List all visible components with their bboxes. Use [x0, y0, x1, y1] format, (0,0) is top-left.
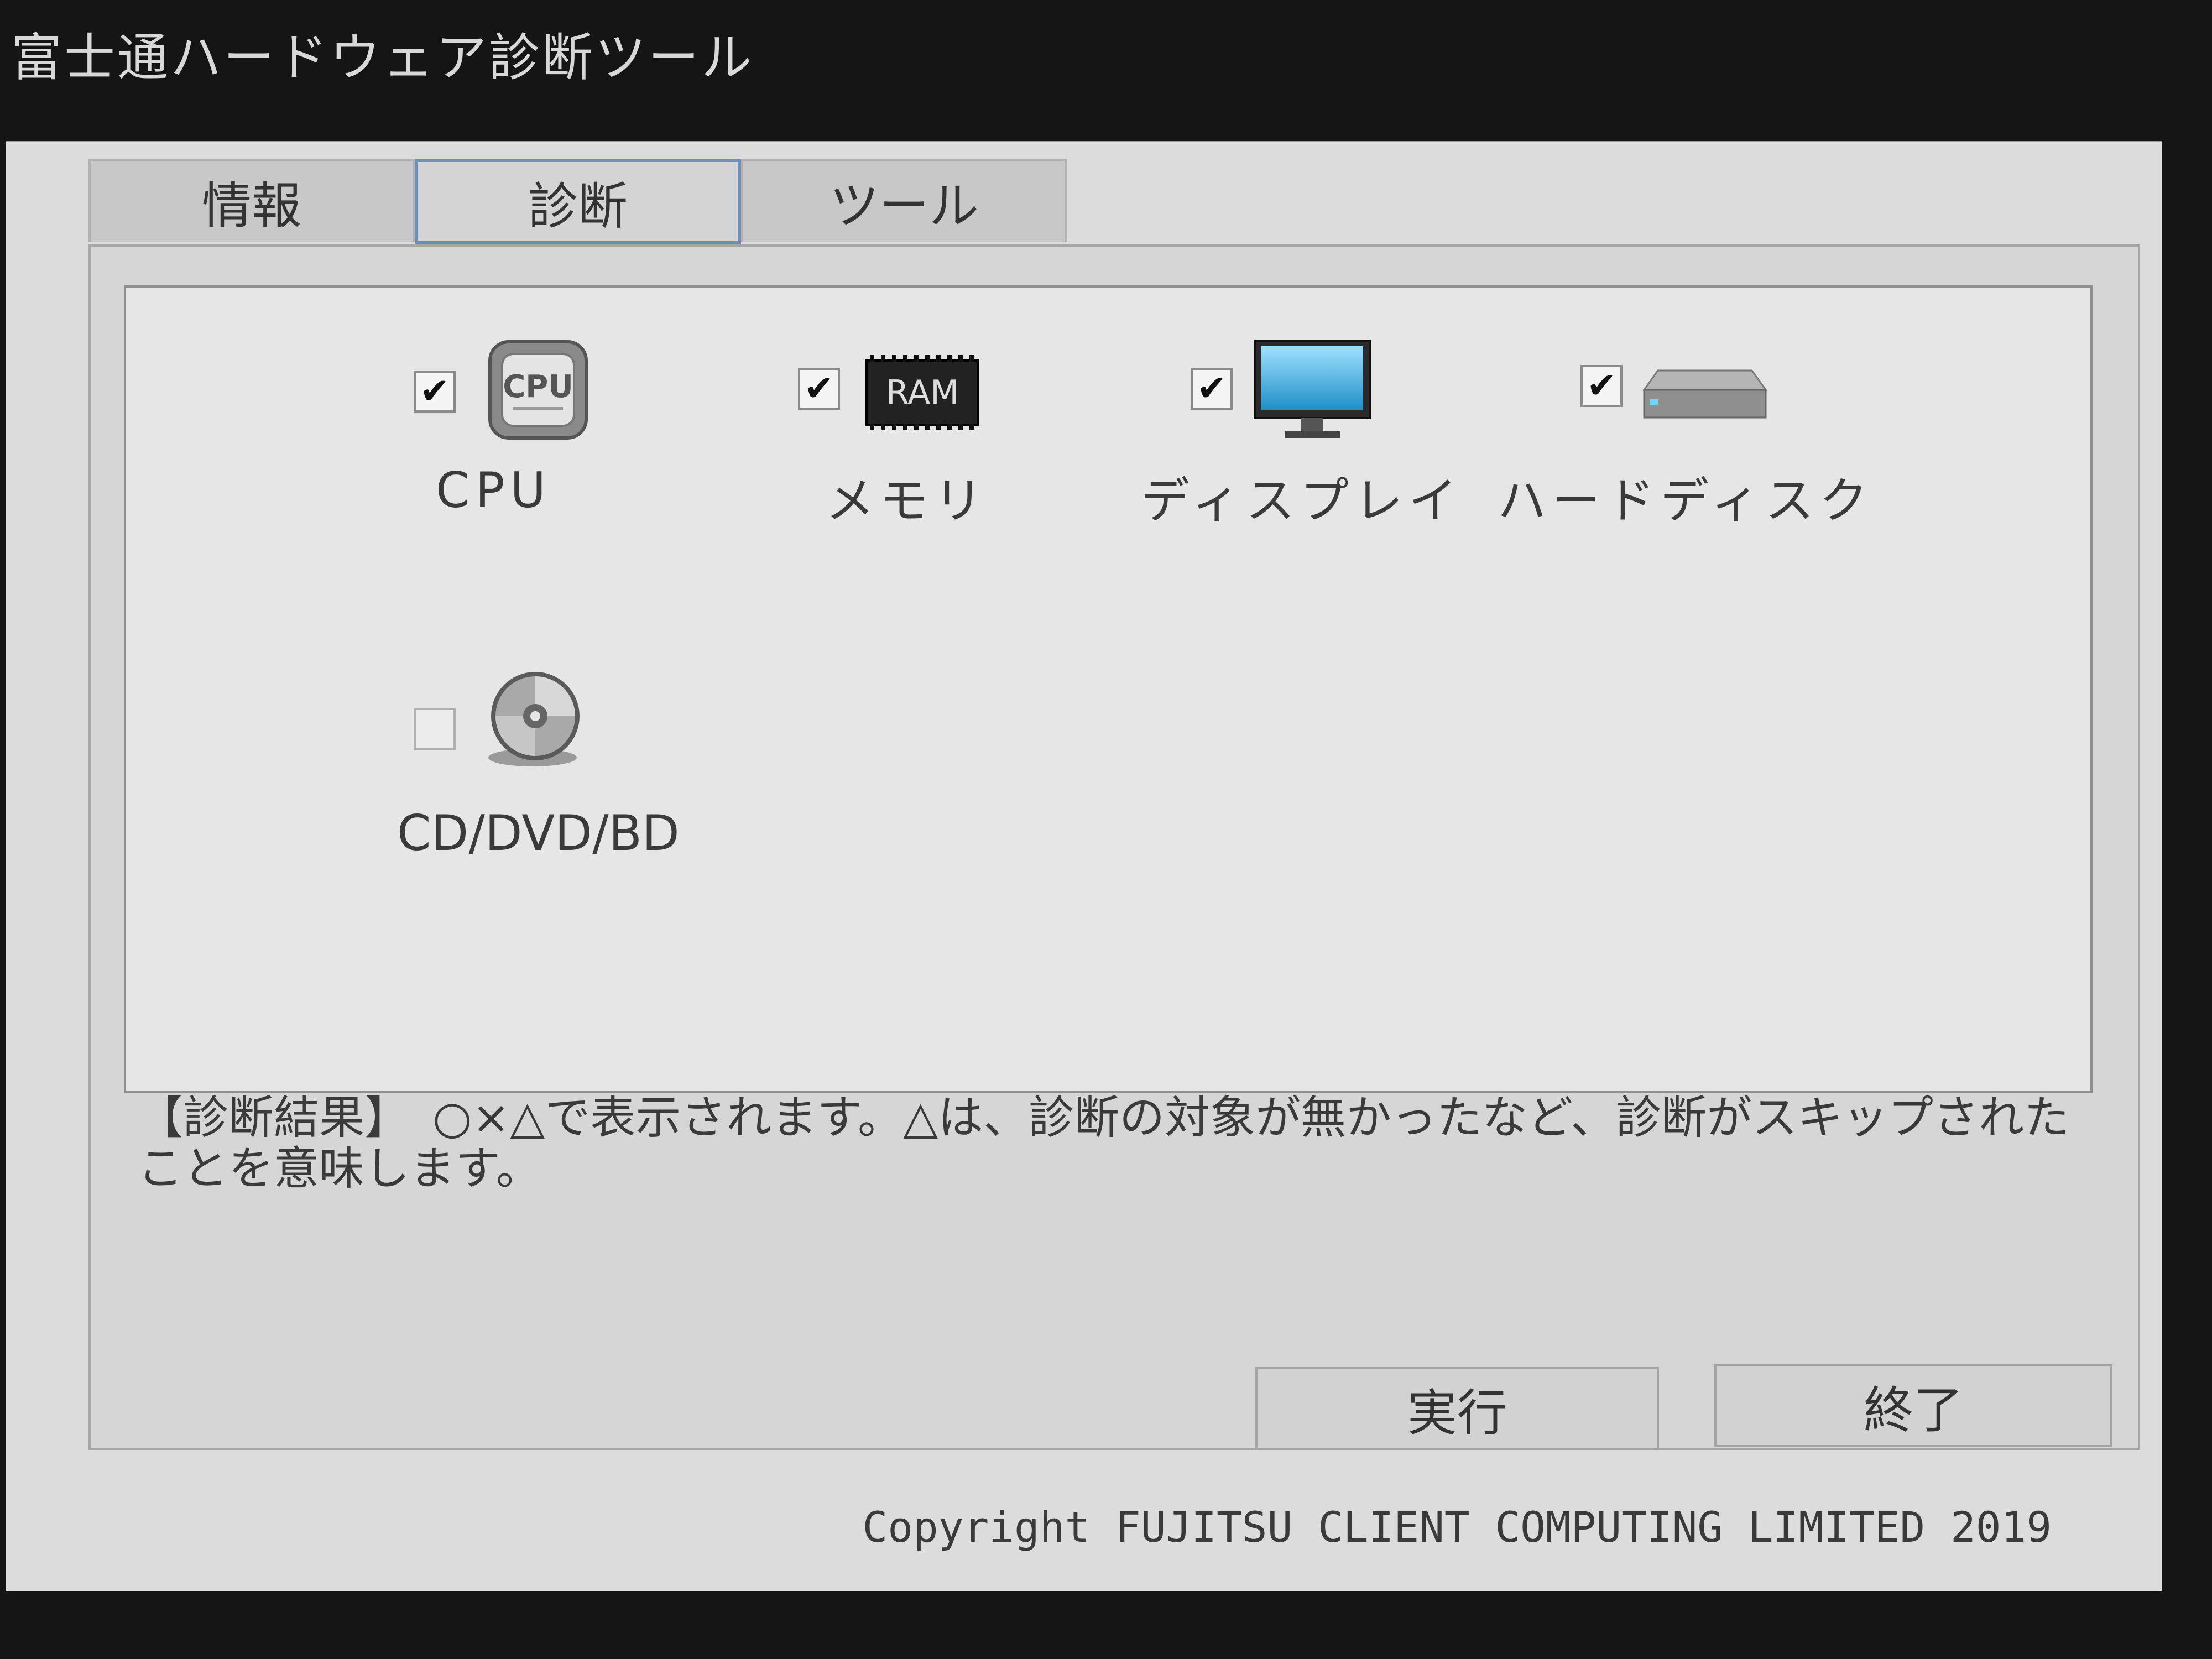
run-button[interactable]: 実行: [1255, 1367, 1659, 1450]
tab-tools[interactable]: ツール: [741, 159, 1067, 242]
device-optical-drive: CD/DVD/BD: [397, 672, 801, 896]
screen: 富士通ハードウェア診断ツール 情報 診断 ツール ✔ CPU CPU ✔ RAM…: [0, 0, 2212, 1659]
hard-disk-icon: [1641, 365, 1768, 428]
tab-diagnosis[interactable]: 診断: [415, 159, 741, 244]
exit-button[interactable]: 終了: [1714, 1364, 2112, 1447]
memory-checkbox[interactable]: ✔: [798, 368, 840, 410]
tab-info[interactable]: 情報: [88, 159, 415, 242]
copyright-text: Copyright FUJITSU CLIENT COMPUTING LIMIT…: [862, 1503, 2052, 1552]
monitor-icon: [1251, 337, 1373, 450]
cpu-checkbox[interactable]: ✔: [414, 371, 456, 413]
optical-drive-checkbox[interactable]: [414, 708, 456, 750]
hard-disk-checkbox[interactable]: ✔: [1580, 365, 1623, 407]
main-window: 情報 診断 ツール ✔ CPU CPU ✔ RAM メモリ ✔ ディスプレイ ✔…: [6, 141, 2162, 1591]
cpu-label: CPU: [436, 462, 551, 519]
app-title: 富士通ハードウェア診断ツール: [11, 28, 755, 87]
device-selection-panel: ✔ CPU CPU ✔ RAM メモリ ✔ ディスプレイ ✔ ハードディスク C…: [124, 285, 2093, 1093]
display-label: ディスプレイ: [1141, 472, 1463, 529]
optical-disc-icon: [477, 664, 588, 776]
tab-bar: 情報 診断 ツール: [88, 159, 1067, 247]
diagnosis-result-description: 【診断結果】 ○×△で表示されます。△は、診断の対象が無かったなど、診断がスキッ…: [138, 1092, 2070, 1195]
cpu-icon: CPU: [486, 337, 591, 445]
cpu-icon-text: CPU: [503, 369, 573, 405]
device-memory: ✔ RAM メモリ: [798, 337, 1185, 559]
optical-drive-label: CD/DVD/BD: [397, 805, 680, 862]
device-cpu: ✔ CPU CPU: [414, 337, 801, 559]
device-hard-disk: ✔ ハードディスク: [1498, 337, 1968, 559]
ram-icon-text: RAM: [886, 373, 959, 412]
ram-icon: RAM: [864, 354, 980, 434]
tab-body-diagnosis: ✔ CPU CPU ✔ RAM メモリ ✔ ディスプレイ ✔ ハードディスク C…: [88, 244, 2140, 1450]
display-checkbox[interactable]: ✔: [1191, 368, 1233, 410]
hard-disk-label: ハードディスク: [1498, 472, 1874, 529]
memory-label: メモリ: [826, 472, 989, 529]
